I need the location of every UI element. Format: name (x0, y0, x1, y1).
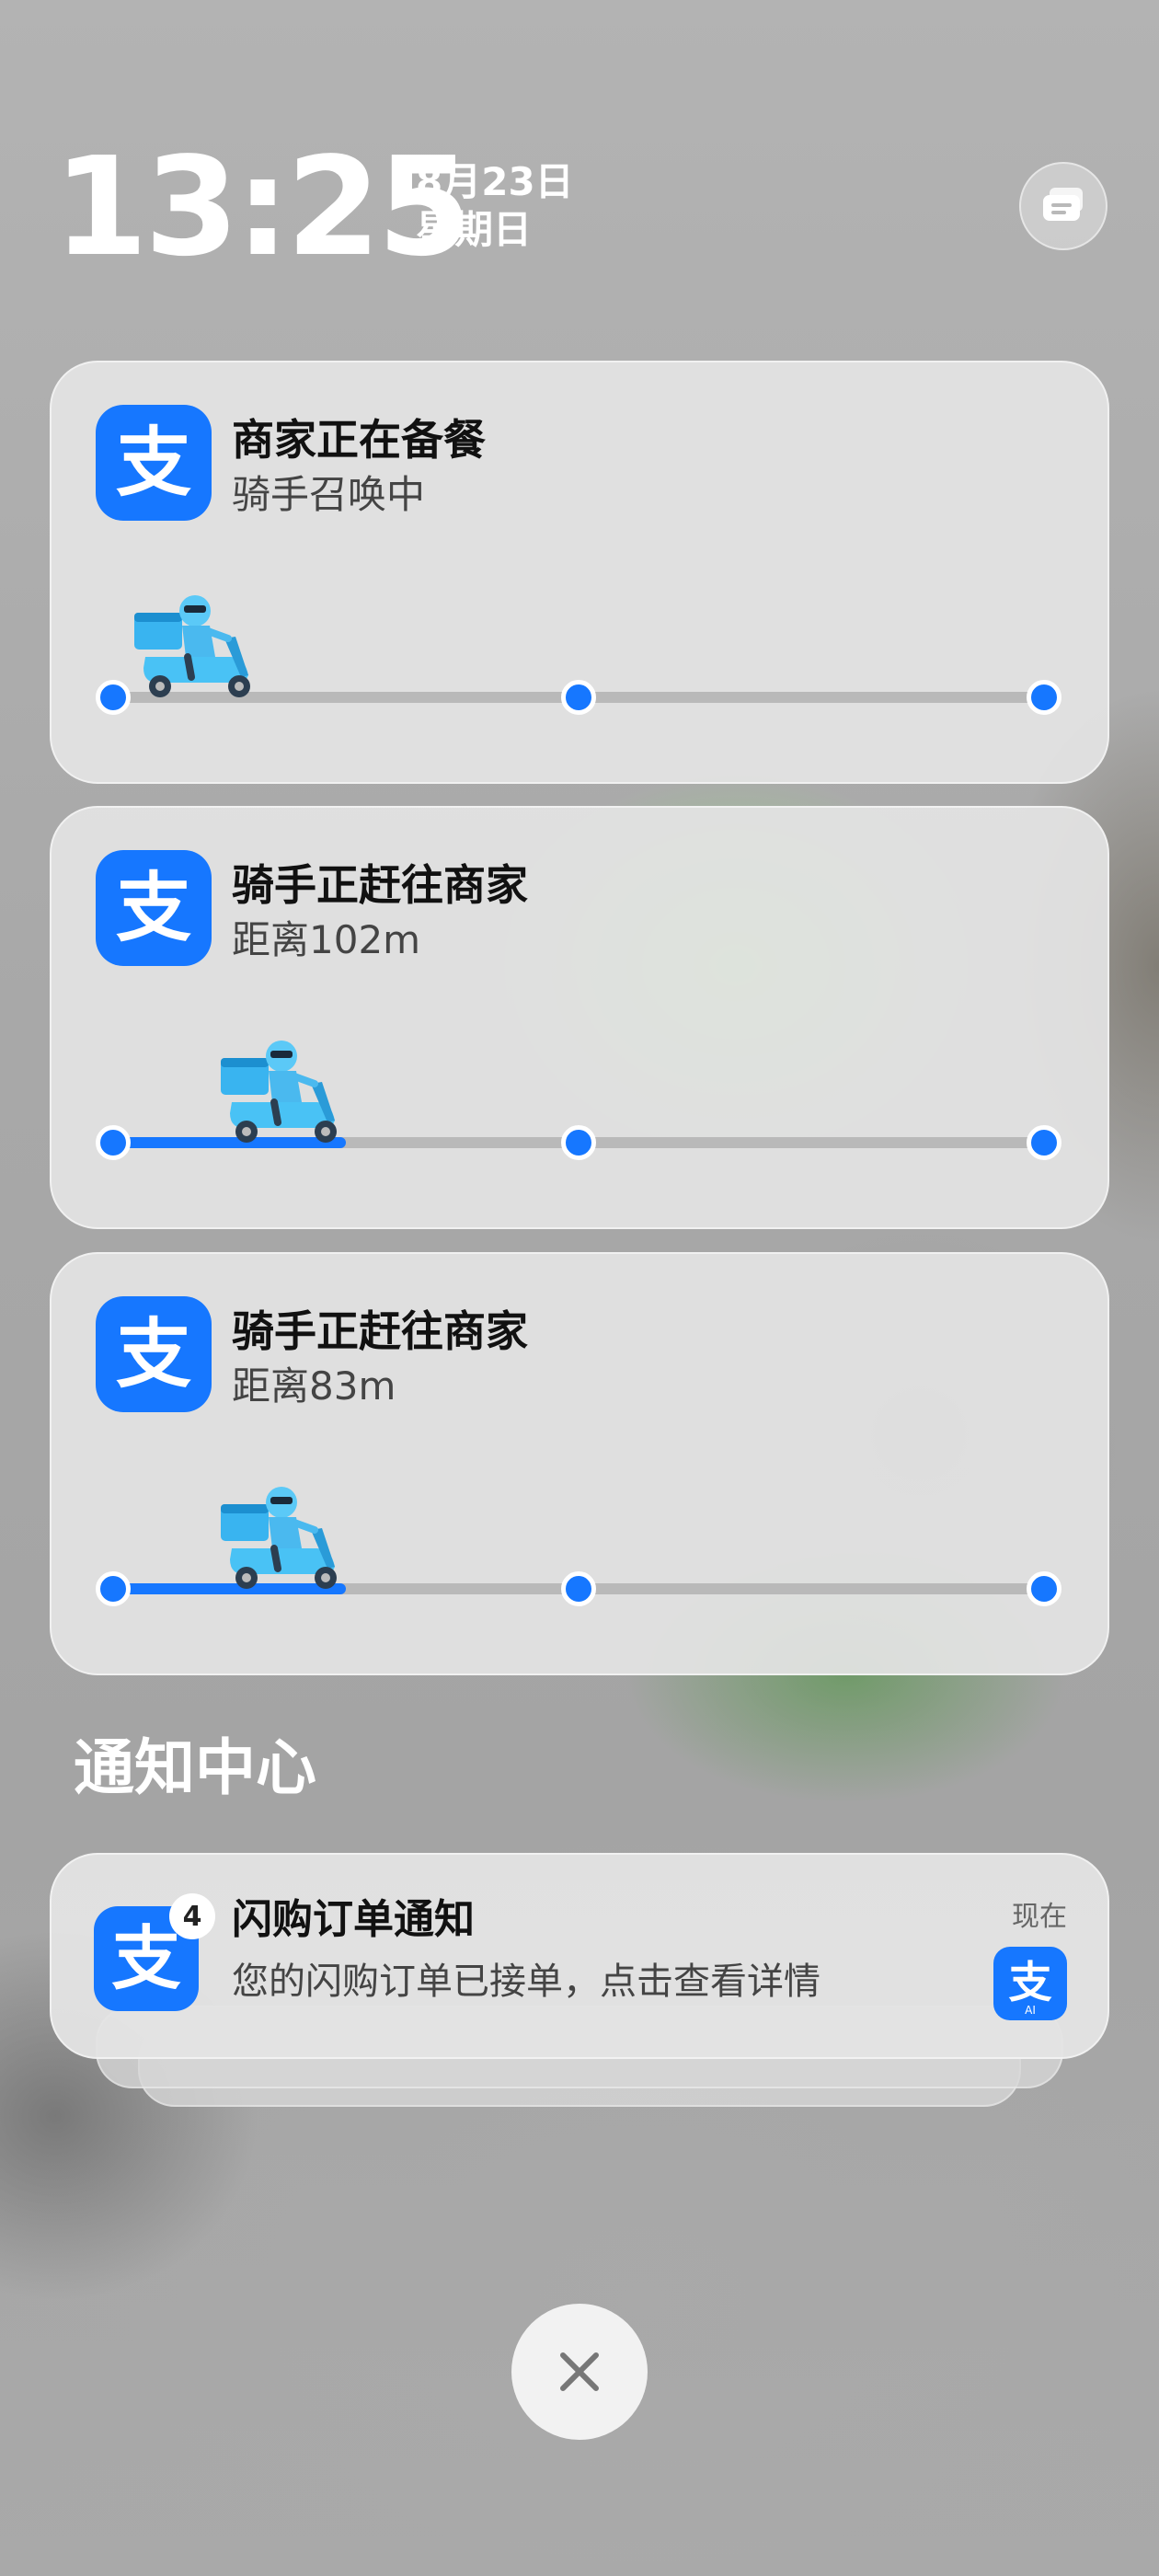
notification-body: 您的闪购订单已接单，点击查看详情 (232, 1961, 820, 2003)
progress-dot-middle (561, 680, 596, 715)
progress-dot-start (96, 680, 131, 715)
alipay-icon: 支 (96, 405, 212, 521)
rider-scooter-icon (221, 1041, 337, 1143)
progress-dot-middle (561, 1125, 596, 1160)
live-activity-card[interactable]: 支 骑手正赶往商家 距离83m (50, 1252, 1109, 1675)
notification-time: 现在 (1012, 1901, 1067, 1933)
date-block: 8月23日 星期日 (416, 158, 574, 254)
notification-card[interactable]: 支 4 闪购订单通知 您的闪购订单已接单，点击查看详情 现在 支 AI (50, 1853, 1109, 2059)
progress-dot-start (96, 1125, 131, 1160)
close-icon (560, 2352, 599, 2391)
progress-dot-middle (561, 1571, 596, 1606)
rider-scooter-icon (221, 1487, 337, 1589)
rider-scooter-icon (134, 595, 250, 697)
activity-title: 骑手正赶往商家 (232, 860, 528, 910)
clear-notifications-button[interactable] (511, 2304, 648, 2440)
svg-text:支: 支 (116, 1311, 191, 1398)
live-activity-card[interactable]: 支 骑手正赶往商家 距离102m (50, 806, 1109, 1229)
activity-subtitle: 骑手召唤中 (232, 472, 426, 517)
activity-title: 骑手正赶往商家 (232, 1306, 528, 1356)
progress-dot-end (1027, 1571, 1061, 1606)
notification-stack-icon (1043, 188, 1083, 221)
alipay-ai-icon: 支 AI (993, 1947, 1067, 2020)
activity-subtitle: 距离83m (232, 1363, 396, 1409)
svg-text:支: 支 (111, 1918, 181, 1999)
svg-text:支: 支 (116, 420, 191, 507)
activity-subtitle: 距离102m (232, 917, 421, 962)
notification-toggle-button[interactable] (1019, 162, 1107, 250)
clock-time: 13:25 (53, 128, 472, 286)
svg-text:支: 支 (1008, 1958, 1051, 2008)
alipay-icon: 支 (96, 850, 212, 966)
weekday-text: 星期日 (416, 207, 533, 252)
progress-dot-end (1027, 1125, 1061, 1160)
progress-dot-end (1027, 680, 1061, 715)
thumb-ai-label: AI (1025, 2004, 1036, 2017)
activity-title: 商家正在备餐 (232, 415, 486, 465)
notification-center-heading: 通知中心 (74, 1732, 316, 1803)
alipay-icon: 支 (96, 1296, 212, 1412)
live-activity-card[interactable]: 支 商家正在备餐 骑手召唤中 (50, 361, 1109, 784)
progress-dot-start (96, 1571, 131, 1606)
svg-text:支: 支 (116, 865, 191, 952)
unread-count-badge: 4 (169, 1893, 215, 1939)
notification-title: 闪购订单通知 (232, 1896, 475, 1943)
date-text: 8月23日 (416, 159, 574, 204)
